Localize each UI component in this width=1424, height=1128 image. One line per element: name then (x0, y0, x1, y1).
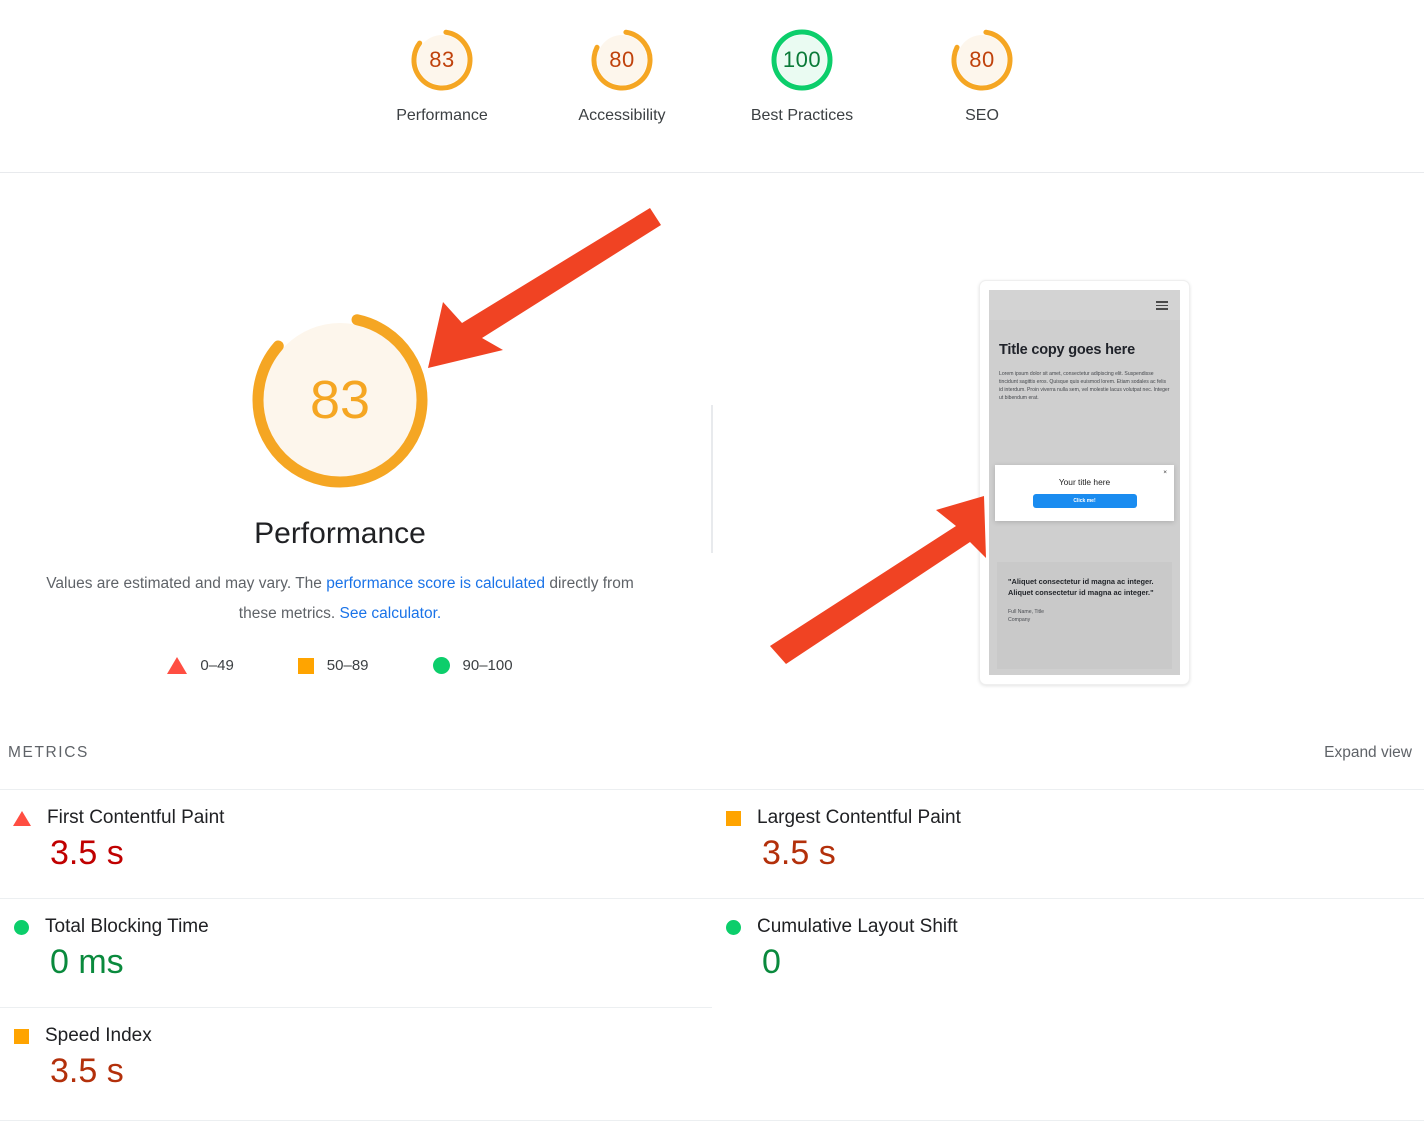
attribution-company: Company (1008, 617, 1031, 624)
metric-value: 0 (762, 943, 781, 981)
metric-value: 3.5 s (50, 1052, 124, 1090)
metrics-column-right: Largest Contentful Paint 3.5 s Cumulativ… (712, 789, 1424, 1116)
metric-row[interactable]: Total Blocking Time 0 ms (0, 898, 712, 1007)
performance-gauge-value: 83 (309, 370, 371, 430)
gauge-description-part1: Values are estimated and may vary. The (46, 575, 327, 592)
thumbnail-modal-button: Click me! (1032, 494, 1137, 508)
gauge-accessibility: 80 (588, 26, 656, 94)
score-legend: 0–49 50–89 90–100 (0, 657, 680, 674)
metric-value: 0 ms (50, 943, 124, 981)
gauge-value: 83 (429, 47, 455, 72)
square-icon (14, 1028, 29, 1044)
legend-item-pass: 90–100 (432, 657, 513, 674)
circle-icon (726, 919, 741, 935)
gauge-best-practices: 100 (768, 26, 836, 94)
performance-score-link[interactable]: performance score is calculated (326, 575, 545, 592)
metric-header: Cumulative Layout Shift (720, 916, 1424, 938)
annotation-arrow-to-modal (770, 496, 986, 664)
metrics-column-left: First Contentful Paint 3.5 s Total Block… (0, 789, 712, 1116)
legend-label: 90–100 (462, 657, 513, 674)
metric-name: Speed Index (45, 1025, 152, 1046)
page-screenshot-thumbnail[interactable]: Title copy goes here Lorem ipsum dolor s… (979, 280, 1190, 685)
expand-view-button[interactable]: Expand view (1324, 744, 1412, 762)
triangle-icon (167, 657, 188, 674)
legend-item-average: 50–89 (297, 657, 369, 674)
gauge-value: 80 (609, 47, 635, 72)
performance-summary: 83 Performance Values are estimated and … (0, 200, 680, 674)
attribution-name: Full Name, Title (1008, 608, 1045, 615)
metric-row[interactable]: First Contentful Paint 3.5 s (0, 789, 712, 898)
performance-gauge: 83 (245, 305, 435, 495)
thumbnail-navbar (989, 290, 1180, 320)
close-icon: × (1163, 469, 1167, 476)
gauge-label: Best Practices (750, 107, 854, 124)
thumbnail-modal-popup: × Your title here Click me! (995, 465, 1174, 521)
metric-row[interactable]: Largest Contentful Paint 3.5 s (712, 789, 1424, 898)
see-calculator-link[interactable]: See calculator. (340, 605, 442, 622)
triangle-icon (13, 810, 31, 826)
hamburger-menu-icon (1156, 301, 1168, 310)
thumbnail-modal-title: Your title here (1058, 477, 1111, 487)
header-divider (0, 172, 1424, 173)
legend-item-fail: 0–49 (167, 657, 234, 674)
circle-icon (432, 657, 450, 674)
gauge-performance: 83 (408, 26, 476, 94)
metric-name: Cumulative Layout Shift (757, 916, 958, 937)
column-divider (711, 405, 713, 553)
thumbnail-quote-text: "Aliquet consectetur id magna ac integer… (1008, 577, 1154, 598)
category-score-performance[interactable]: 83 Performance (352, 26, 532, 125)
metric-row[interactable]: Cumulative Layout Shift 0 (712, 898, 1424, 1007)
thumbnail-testimonial: "Aliquet consectetur id magna ac integer… (997, 562, 1172, 669)
metric-name: Largest Contentful Paint (757, 807, 961, 828)
gauge-label: Accessibility (578, 107, 666, 124)
metric-value: 3.5 s (50, 834, 124, 872)
metric-header: First Contentful Paint (8, 807, 712, 829)
category-score-row: 83 Performance 80 Accessibility 100 Best… (0, 0, 1424, 172)
metric-row-placeholder (712, 1007, 1424, 1116)
category-score-best-practices[interactable]: 100 Best Practices (712, 26, 892, 125)
metric-name: First Contentful Paint (47, 807, 225, 828)
metrics-header: METRICS Expand view (0, 744, 1424, 780)
thumbnail-hero-body: Lorem ipsum dolor sit amet, consectetur … (999, 370, 1170, 402)
legend-label: 0–49 (200, 657, 234, 674)
gauge-value: 80 (969, 47, 995, 72)
metric-value: 3.5 s (762, 834, 836, 872)
metric-row[interactable]: Speed Index 3.5 s (0, 1007, 712, 1116)
gauge-description: Values are estimated and may vary. The p… (40, 569, 640, 629)
metric-name: Total Blocking Time (45, 916, 209, 937)
metrics-bottom-divider (0, 1120, 1424, 1121)
thumbnail-hero: Title copy goes here Lorem ipsum dolor s… (989, 320, 1180, 409)
metric-header: Largest Contentful Paint (720, 807, 1424, 829)
metric-header: Speed Index (8, 1025, 712, 1047)
legend-label: 50–89 (326, 657, 369, 674)
metrics-section-label: METRICS (8, 744, 89, 761)
metric-header: Total Blocking Time (8, 916, 712, 938)
thumbnail-viewport: Title copy goes here Lorem ipsum dolor s… (989, 290, 1180, 675)
thumbnail-hero-title: Title copy goes here (999, 342, 1135, 358)
gauge-value: 100 (782, 47, 822, 72)
square-icon (726, 810, 741, 826)
lighthouse-report: 83 Performance 80 Accessibility 100 Best… (0, 0, 1424, 1128)
square-icon (297, 657, 314, 674)
circle-icon (14, 919, 29, 935)
gauge-seo: 80 (948, 26, 1016, 94)
category-score-accessibility[interactable]: 80 Accessibility (532, 26, 712, 125)
page-title: Performance (254, 517, 426, 550)
metrics-grid: First Contentful Paint 3.5 s Total Block… (0, 789, 1424, 1116)
thumbnail-quote-attribution: Full Name, Title Company (1008, 608, 1161, 625)
gauge-label: SEO (965, 107, 999, 124)
gauge-label: Performance (396, 107, 488, 124)
category-score-seo[interactable]: 80 SEO (892, 26, 1072, 125)
